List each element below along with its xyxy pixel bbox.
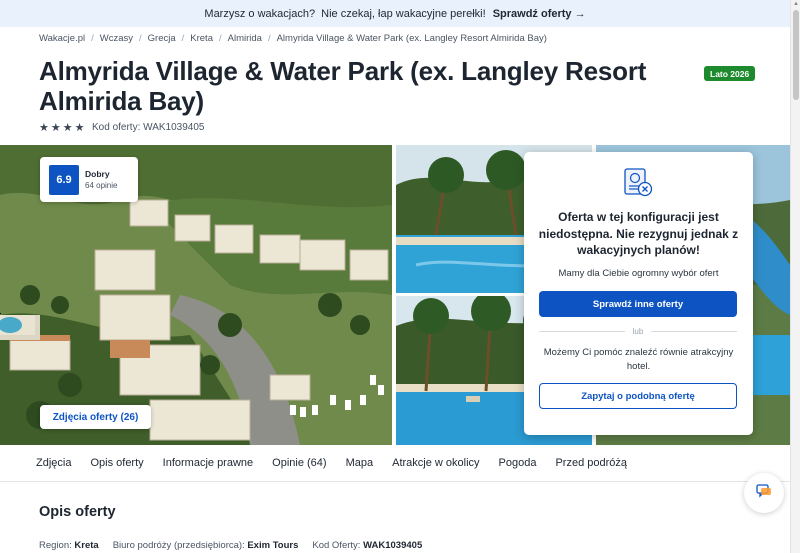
unavailable-help-text: Możemy Ci pomóc znaleźć równie atrakcyjn… (543, 347, 734, 372)
tab-weather[interactable]: Pogoda (499, 457, 537, 469)
offer-meta-row: Region: Kreta Biuro podróży (przedsiębio… (39, 540, 422, 551)
rating-word: Dobry (85, 169, 110, 179)
tab-reviews[interactable]: Opinie (64) (272, 457, 326, 469)
promo-cta-link[interactable]: Sprawdź oferty → (493, 8, 586, 20)
promo-bar: Marzysz o wakacjach? Nie czekaj, łap wak… (0, 0, 790, 27)
breadcrumb-separator: / (181, 33, 185, 44)
breadcrumb-separator: / (91, 33, 94, 44)
star-icon: ★ (39, 122, 49, 134)
photos-button[interactable]: Zdjęcia oferty (26) (40, 405, 151, 429)
breadcrumb-item[interactable]: Grecja (148, 33, 176, 44)
scrollbar-thumb[interactable] (793, 10, 799, 100)
breadcrumb-current: Almyrida Village & Water Park (ex. Langl… (276, 33, 547, 44)
tab-description[interactable]: Opis oferty (90, 457, 143, 469)
or-divider: lub (539, 325, 737, 337)
breadcrumb-item[interactable]: Almirida (228, 33, 262, 44)
meta-region: Region: Kreta (39, 540, 99, 551)
rating-score: 6.9 (49, 164, 79, 195)
season-badge: Lato 2026 (704, 66, 756, 81)
scrollbar[interactable]: ▲ (790, 0, 800, 553)
star-icon: ★ (62, 122, 73, 134)
star-icon: ★ (74, 122, 85, 134)
unavailable-title: Oferta w tej konfiguracji jest niedostęp… (538, 210, 739, 257)
breadcrumb: Wakacje.pl / Wczasy / Grecja / Kreta / A… (39, 33, 547, 44)
check-other-offers-button[interactable]: Sprawdź inne oferty (539, 291, 737, 317)
chat-icon (756, 483, 772, 503)
unavailable-subtitle: Mamy dla Ciebie ogromny wybór ofert (558, 268, 719, 279)
breadcrumb-item[interactable]: Wczasy (100, 33, 133, 44)
meta-agency: Biuro podróży (przedsiębiorca): Exim Tou… (112, 540, 299, 551)
description-title: Opis oferty (39, 504, 116, 520)
breadcrumb-separator: / (267, 33, 271, 44)
offer-code: Kod oferty: WAK1039405 (92, 122, 205, 133)
tab-before-travel[interactable]: Przed podróżą (555, 457, 627, 469)
or-label: lub (632, 326, 644, 336)
tab-photos[interactable]: Zdjęcia (36, 457, 71, 469)
tab-map[interactable]: Mapa (346, 457, 374, 469)
promo-text: Marzysz o wakacjach? Nie czekaj, łap wak… (204, 7, 489, 20)
rating-card[interactable]: 6.9 Dobry 64 opinie (40, 157, 138, 202)
breadcrumb-item[interactable]: Kreta (190, 33, 213, 44)
hotel-stars: ★ ★ ★ ★ (39, 121, 85, 134)
unavailable-document-icon (622, 166, 654, 203)
chat-button[interactable] (744, 473, 784, 513)
page-title: Almyrida Village & Water Park (ex. Langl… (39, 56, 647, 116)
breadcrumb-separator: / (139, 33, 142, 44)
rating-count: 64 opinie (85, 181, 118, 190)
tab-attractions[interactable]: Atrakcje w okolicy (392, 457, 479, 469)
tab-legal-info[interactable]: Informacje prawne (163, 457, 254, 469)
breadcrumb-separator: / (218, 33, 222, 44)
star-icon: ★ (50, 122, 61, 134)
ask-similar-offer-button[interactable]: Zapytaj o podobną ofertę (539, 383, 737, 409)
breadcrumb-item[interactable]: Wakacje.pl (39, 33, 85, 44)
unavailable-offer-card: Oferta w tej konfiguracji jest niedostęp… (524, 152, 753, 435)
scroll-up-icon[interactable]: ▲ (793, 1, 799, 7)
section-tabs: Zdjęcia Opis oferty Informacje prawne Op… (0, 445, 790, 482)
meta-code: Kod Oferty: WAK1039405 (312, 540, 423, 551)
